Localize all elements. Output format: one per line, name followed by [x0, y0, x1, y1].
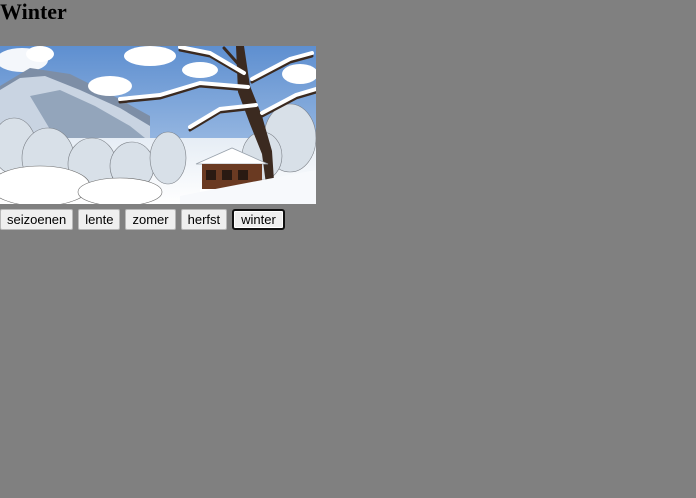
season-button-group: seizoenen lente zomer herfst winter — [0, 209, 290, 230]
button-winter[interactable]: winter — [232, 209, 285, 230]
button-lente[interactable]: lente — [78, 209, 121, 230]
winter-landscape-image — [0, 46, 316, 204]
button-zomer[interactable]: zomer — [125, 209, 176, 230]
page-title: Winter — [0, 0, 67, 24]
button-herfst[interactable]: herfst — [180, 209, 228, 230]
button-seizoenen[interactable]: seizoenen — [0, 209, 74, 230]
page: Winter seizoenen lente zomer herfst wint… — [0, 0, 696, 498]
